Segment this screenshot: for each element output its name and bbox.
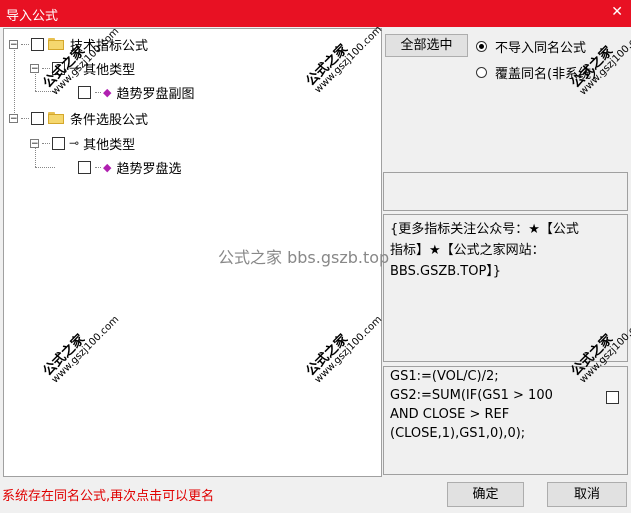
radio-label: 不导入同名公式: [495, 41, 587, 56]
formula-checkbox[interactable]: [606, 391, 619, 404]
radio-label: 覆盖同名(非系统): [495, 67, 597, 82]
ok-button[interactable]: 确定: [447, 482, 524, 507]
key-icon: ⊸: [69, 136, 80, 150]
tree-node-label: 趋势罗盘选: [116, 161, 182, 177]
tree-node-label: 趋势罗盘副图: [116, 86, 195, 102]
checkbox[interactable]: [31, 37, 44, 51]
tree-node-label: 其他类型: [83, 62, 136, 78]
watermark-center: 公式之家 bbs.gszb.top: [218, 248, 390, 267]
tree-node-label: 技术指标公式: [70, 38, 149, 54]
folder-icon: [48, 112, 64, 124]
checkbox[interactable]: [52, 136, 65, 150]
tree-node-formula-1[interactable]: ◆ 趋势罗盘副图: [78, 83, 195, 102]
tree-node-screening[interactable]: − 条件选股公式: [9, 109, 149, 128]
tree-node-other-type-2[interactable]: − ⊸ 其他类型: [30, 134, 136, 153]
checkbox[interactable]: [31, 111, 44, 125]
watermark-stamp: 公式之家 www.gszj100.com: [568, 26, 631, 98]
status-message: 系统存在同名公式,再次点击可以更名: [2, 489, 215, 504]
collapse-icon[interactable]: −: [30, 63, 39, 73]
checkbox[interactable]: [78, 160, 91, 174]
tree-node-label: 条件选股公式: [70, 112, 149, 128]
cancel-button[interactable]: 取消: [547, 482, 627, 507]
tree-node-label: 其他类型: [83, 137, 136, 153]
collapse-icon[interactable]: −: [9, 113, 18, 123]
tree-node-other-type-1[interactable]: − ⊸ 其他类型: [30, 59, 136, 78]
radio-icon: [476, 67, 487, 78]
description-panel: {更多指标关注公众号：★【公式指标】★【公式之家网站：BBS.GSZB.TOP】…: [383, 214, 628, 362]
window-title: 导入公式: [6, 9, 59, 24]
radio-no-import[interactable]: 不导入同名公式: [476, 37, 586, 56]
formula-gem-icon: ◆: [103, 85, 112, 99]
info-field: [383, 172, 628, 211]
select-all-button[interactable]: 全部选中: [385, 34, 468, 57]
checkbox[interactable]: [52, 61, 65, 75]
title-bar: 导入公式 ✕: [0, 0, 631, 27]
radio-selected-icon: [476, 41, 487, 52]
formula-panel: GS1:=(VOL/C)/2; GS2:=SUM(IF(GS1 > 100 AN…: [383, 366, 628, 475]
tree-node-formula-2[interactable]: ◆ 趋势罗盘选: [78, 158, 182, 177]
key-icon: ⊸: [69, 61, 80, 75]
collapse-icon[interactable]: −: [30, 138, 39, 148]
radio-overwrite[interactable]: 覆盖同名(非系统): [476, 63, 596, 82]
formula-gem-icon: ◆: [103, 160, 112, 174]
folder-icon: [48, 38, 64, 50]
formula-text: GS1:=(VOL/C)/2; GS2:=SUM(IF(GS1 > 100 AN…: [390, 369, 553, 441]
checkbox[interactable]: [78, 85, 91, 99]
close-icon[interactable]: ✕: [611, 4, 623, 20]
tree-node-indicators[interactable]: − 技术指标公式: [9, 35, 149, 54]
description-text: {更多指标关注公众号：★【公式指标】★【公式之家网站：BBS.GSZB.TOP】…: [390, 222, 579, 279]
collapse-icon[interactable]: −: [9, 39, 18, 49]
